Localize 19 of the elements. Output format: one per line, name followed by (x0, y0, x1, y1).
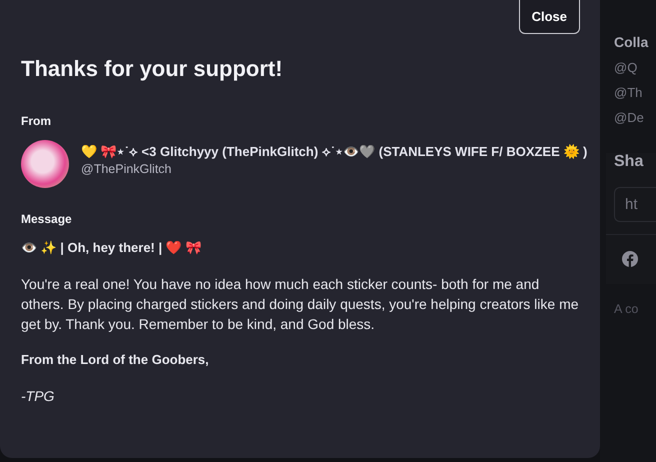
message-paragraph: You're a real one! You have no idea how much each sticker counts- both for me and others. By placing charged stickers and doing daily quests, you're helping creators like me get by. Thank you. Remember to be kind, and God bless. (21, 275, 580, 334)
sender-handle: @ThePinkGlitch (81, 162, 172, 176)
collaborator-handle[interactable]: @De (614, 110, 656, 125)
message-heading: From the Lord of the Goobers, (21, 351, 210, 369)
message-heading: 👁 ✨ | Oh, hey there! | ❤ 🎀 (21, 239, 202, 257)
share-heading: Sha (614, 153, 644, 171)
collaborators-heading: Colla (614, 34, 650, 50)
facebook-icon[interactable] (622, 251, 638, 267)
collaborator-handle[interactable]: @Q (614, 60, 656, 75)
dialog-title: Thanks for your support! (21, 56, 284, 82)
avatar (21, 140, 69, 188)
collaborator-handle[interactable]: @Th (614, 85, 656, 100)
footer-text: A co (614, 302, 640, 316)
from-label: From (21, 114, 52, 128)
message-label: Message (21, 212, 73, 226)
message-signature: -TPG (21, 387, 56, 406)
share-link-field[interactable]: ht (614, 187, 656, 222)
close-button[interactable]: Close (518, 0, 580, 34)
sender-display-name: 💛 🎀⋆˙⟡ <3 Glitchyyy (ThePinkGlitch) ⟡˙⋆👁🩶 (STANLEYS WIFE F/ BOXZEE 🌞 ) (81, 144, 588, 160)
